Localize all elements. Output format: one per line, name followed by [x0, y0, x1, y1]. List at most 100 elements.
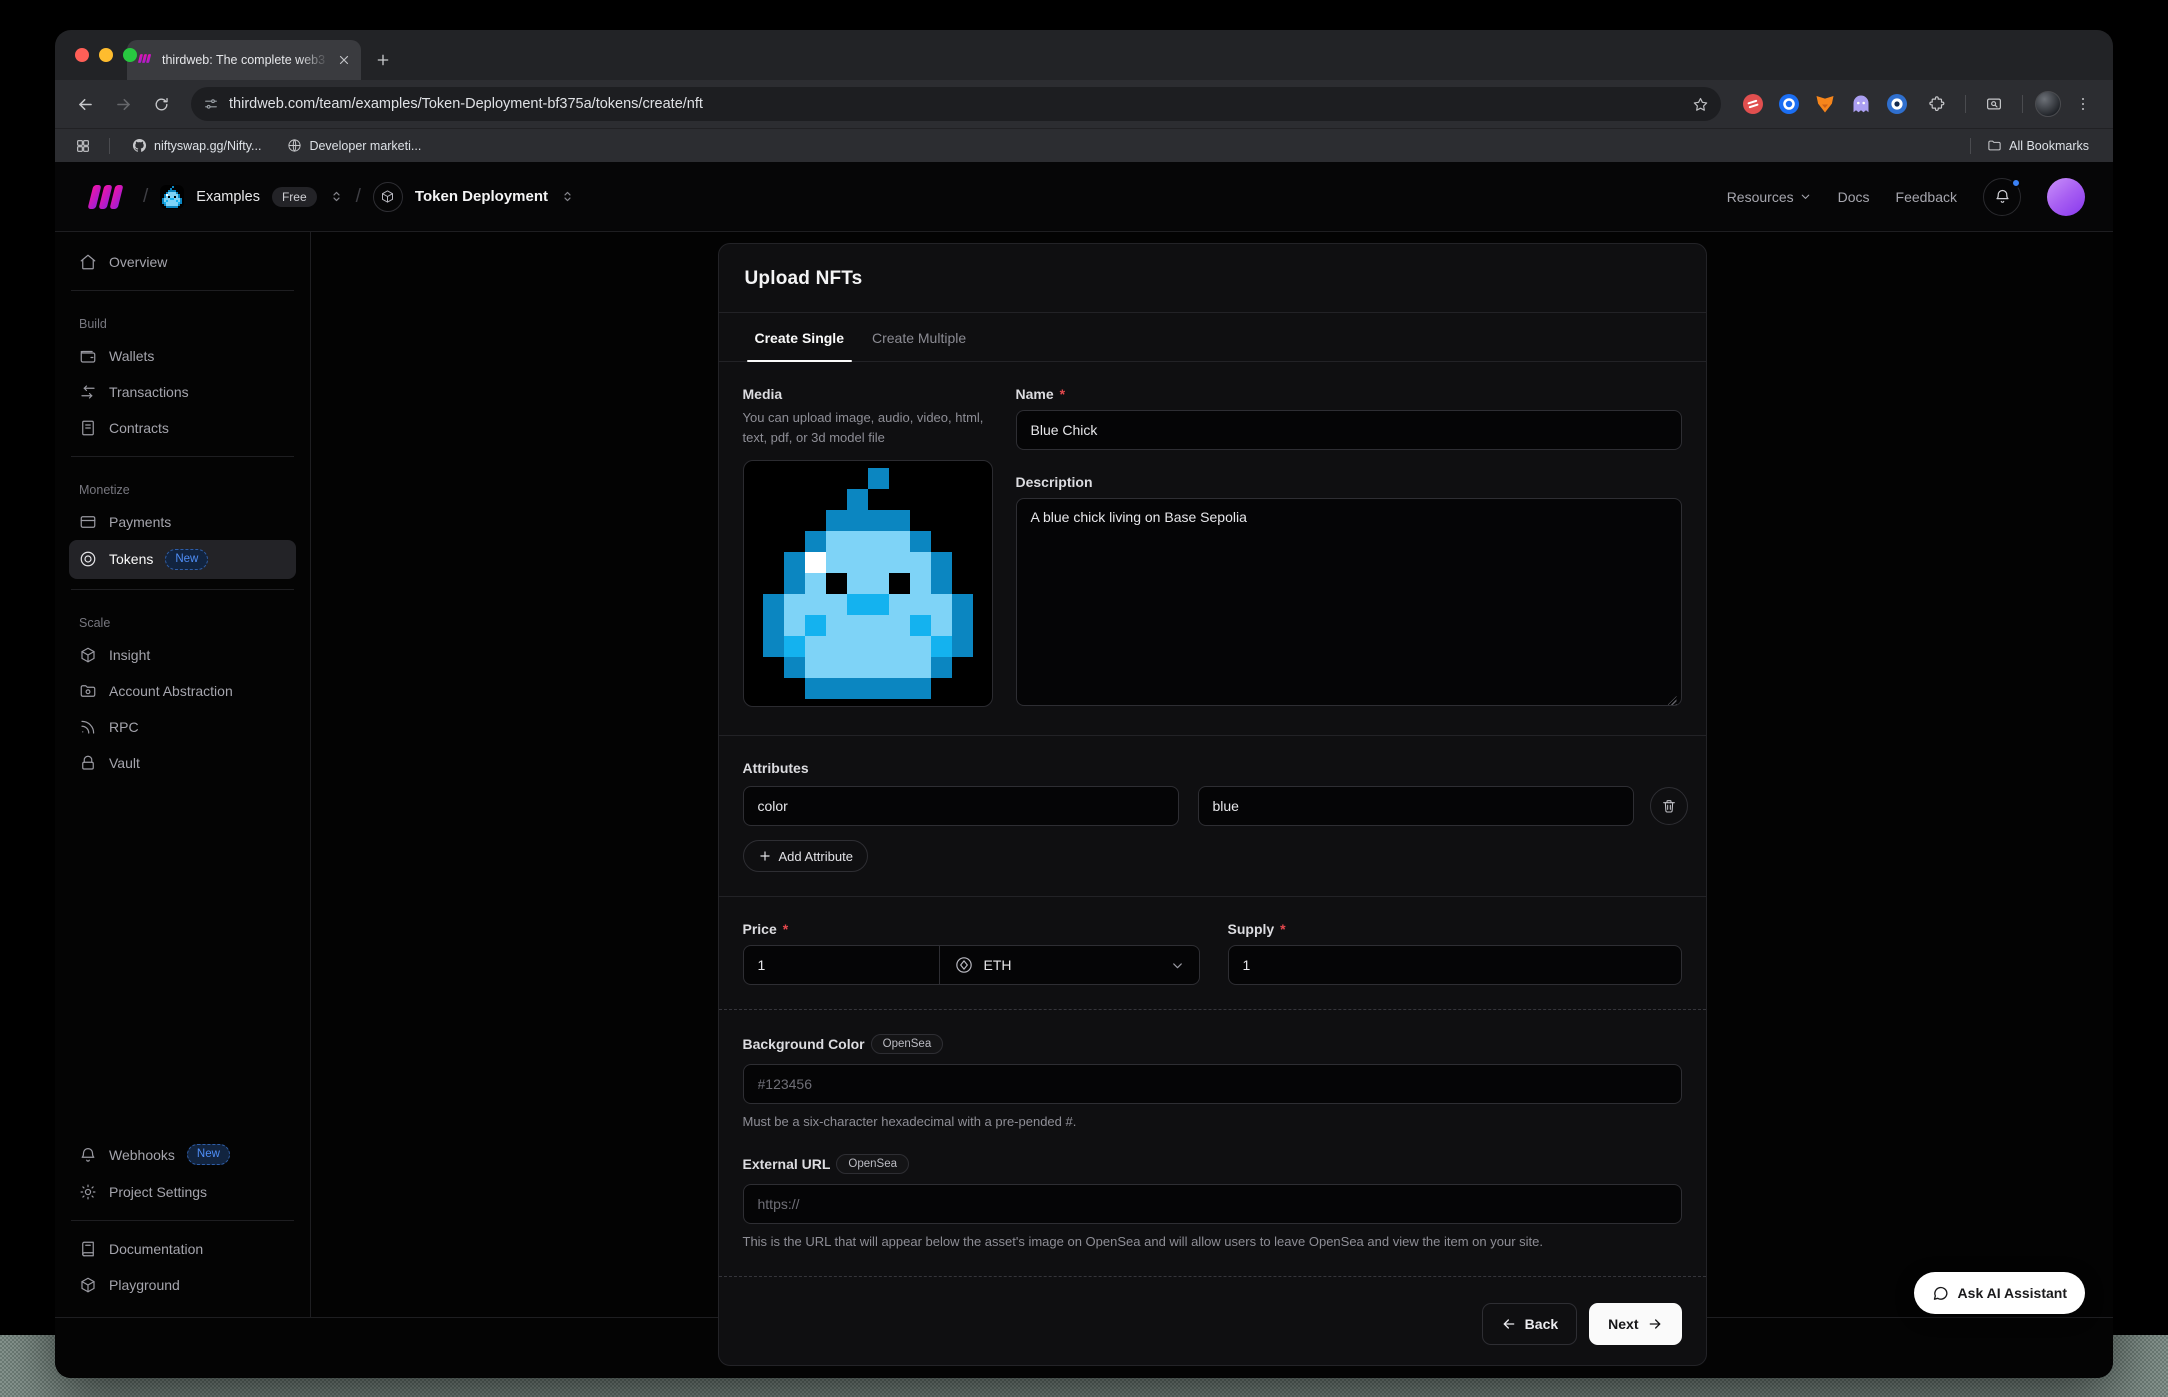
price-input[interactable]	[744, 946, 939, 984]
browser-tab-strip: thirdweb: The complete web3	[55, 30, 2113, 80]
playground-icon	[79, 1276, 97, 1294]
sidebar-item-transactions[interactable]: Transactions	[69, 374, 296, 410]
nav-link-feedback[interactable]: Feedback	[1896, 189, 1957, 205]
add-attribute-button[interactable]: Add Attribute	[743, 840, 868, 872]
team-name[interactable]: Examples	[196, 189, 260, 205]
tab-create-multiple[interactable]: Create Multiple	[862, 313, 976, 361]
browser-menu-icon[interactable]	[2067, 88, 2099, 120]
browser-forward-button[interactable]	[107, 88, 139, 120]
project-switcher-icon[interactable]	[560, 189, 575, 204]
external-url-input[interactable]	[743, 1184, 1682, 1224]
user-avatar[interactable]	[2047, 178, 2085, 216]
tab-search-icon[interactable]	[1978, 88, 2010, 120]
sidebar-item-label: Project Settings	[109, 1184, 207, 1200]
attributes-label: Attributes	[743, 760, 1682, 776]
notifications-button[interactable]	[1983, 178, 2021, 216]
tab-title: thirdweb: The complete web3	[162, 53, 329, 67]
bookmark-item[interactable]: niftyswap.gg/Nifty...	[124, 135, 269, 156]
sidebar-item-label: Insight	[109, 647, 150, 663]
background-color-input[interactable]	[743, 1064, 1682, 1104]
opensea-badge: OpenSea	[871, 1034, 944, 1054]
sidebar-item-label: Transactions	[109, 384, 189, 400]
bookmarks-bar: niftyswap.gg/Nifty... Developer marketi..…	[55, 128, 2113, 162]
attribute-key-input[interactable]	[743, 786, 1179, 826]
app-top-nav: / Examples Free / Token Deployment Resou…	[55, 162, 2113, 232]
sidebar-item-vault[interactable]: Vault	[69, 745, 296, 781]
sidebar-item-playground[interactable]: Playground	[69, 1267, 296, 1303]
name-input[interactable]	[1016, 410, 1682, 450]
close-window-button[interactable]	[75, 48, 89, 62]
media-upload-box[interactable]	[743, 460, 993, 707]
extensions-puzzle-icon[interactable]	[1921, 88, 1953, 120]
project-name[interactable]: Token Deployment	[415, 188, 548, 205]
external-url-label: External URL OpenSea	[743, 1154, 1682, 1174]
apps-grid-icon[interactable]	[71, 138, 95, 154]
extension-blue-ring-icon[interactable]	[1777, 92, 1801, 116]
sidebar-item-payments[interactable]: Payments	[69, 504, 296, 540]
browser-tab[interactable]: thirdweb: The complete web3	[127, 40, 361, 80]
bookmark-item[interactable]: Developer marketi...	[279, 135, 429, 156]
sidebar-item-label: Vault	[109, 755, 140, 771]
sidebar-item-tokens[interactable]: TokensNew	[69, 540, 296, 579]
sidebar-item-label: Contracts	[109, 420, 169, 436]
window-controls[interactable]	[75, 48, 137, 62]
currency-select[interactable]: ETH	[939, 946, 1199, 984]
sidebar-divider	[71, 589, 294, 590]
browser-reload-button[interactable]	[145, 88, 177, 120]
sidebar-item-label: Playground	[109, 1277, 180, 1293]
description-textarea[interactable]: A blue chick living on Base Sepolia	[1016, 498, 1682, 706]
tab-create-single[interactable]: Create Single	[745, 313, 854, 361]
new-tab-button[interactable]	[369, 46, 397, 74]
delete-attribute-button[interactable]	[1650, 787, 1688, 825]
extension-red-icon[interactable]	[1741, 92, 1765, 116]
browser-window: thirdweb: The complete web3 thirdweb.com…	[55, 30, 2113, 1378]
attribute-value-input[interactable]	[1198, 786, 1634, 826]
name-label: Name*	[1016, 386, 1682, 402]
nav-link-resources[interactable]: Resources	[1727, 189, 1812, 205]
sidebar-item-account-abstraction[interactable]: Account Abstraction	[69, 673, 296, 709]
vault-icon	[79, 754, 97, 772]
thirdweb-logo[interactable]	[85, 183, 131, 211]
price-label: Price*	[743, 921, 1200, 937]
back-button[interactable]: Back	[1482, 1303, 1577, 1345]
sidebar-item-webhooks[interactable]: WebhooksNew	[69, 1135, 296, 1174]
sidebar-item-label: Documentation	[109, 1241, 203, 1257]
zoom-window-button[interactable]	[123, 48, 137, 62]
site-settings-icon[interactable]	[203, 96, 219, 112]
upload-nfts-card: Upload NFTs Create SingleCreate Multiple…	[718, 243, 1707, 1366]
bookmark-label: niftyswap.gg/Nifty...	[154, 139, 261, 153]
sidebar-item-contracts[interactable]: Contracts	[69, 410, 296, 446]
extension-fox-icon[interactable]	[1813, 92, 1837, 116]
sidebar-item-overview[interactable]: Overview	[69, 244, 296, 280]
browser-profile-avatar[interactable]	[2035, 91, 2061, 117]
team-avatar[interactable]	[160, 185, 184, 209]
nav-link-docs[interactable]: Docs	[1838, 189, 1870, 205]
sidebar-item-rpc[interactable]: RPC	[69, 709, 296, 745]
sidebar-item-documentation[interactable]: Documentation	[69, 1231, 296, 1267]
minimize-window-button[interactable]	[99, 48, 113, 62]
chat-bubble-icon	[1932, 1285, 1949, 1302]
sidebar-item-wallets[interactable]: Wallets	[69, 338, 296, 374]
sidebar-item-insight[interactable]: Insight	[69, 637, 296, 673]
bookmarks-divider	[1970, 138, 1971, 154]
currency-value: ETH	[984, 957, 1012, 973]
thirdweb-app: / Examples Free / Token Deployment Resou…	[55, 162, 2113, 1378]
extension-lens-icon[interactable]	[1885, 92, 1909, 116]
url-bar[interactable]: thirdweb.com/team/examples/Token-Deploym…	[191, 87, 1721, 121]
media-helper: You can upload image, audio, video, html…	[743, 408, 993, 448]
extension-ghost-icon[interactable]	[1849, 92, 1873, 116]
new-badge: New	[165, 549, 208, 570]
card-header: Upload NFTs	[719, 244, 1706, 312]
card-footer: Back Next	[719, 1276, 1706, 1365]
supply-input[interactable]	[1228, 945, 1682, 985]
bookmark-star-icon[interactable]	[1692, 96, 1709, 113]
tokens-icon	[79, 550, 97, 568]
team-switcher-icon[interactable]	[329, 189, 344, 204]
next-button[interactable]: Next	[1589, 1303, 1681, 1345]
price-supply-section: Price* ETH	[719, 896, 1706, 1009]
tab-close-icon[interactable]	[337, 53, 351, 67]
sidebar-item-project-settings[interactable]: Project Settings	[69, 1174, 296, 1210]
all-bookmarks-button[interactable]: All Bookmarks	[1979, 135, 2097, 156]
browser-back-button[interactable]	[69, 88, 101, 120]
ask-ai-assistant-button[interactable]: Ask AI Assistant	[1914, 1272, 2085, 1314]
